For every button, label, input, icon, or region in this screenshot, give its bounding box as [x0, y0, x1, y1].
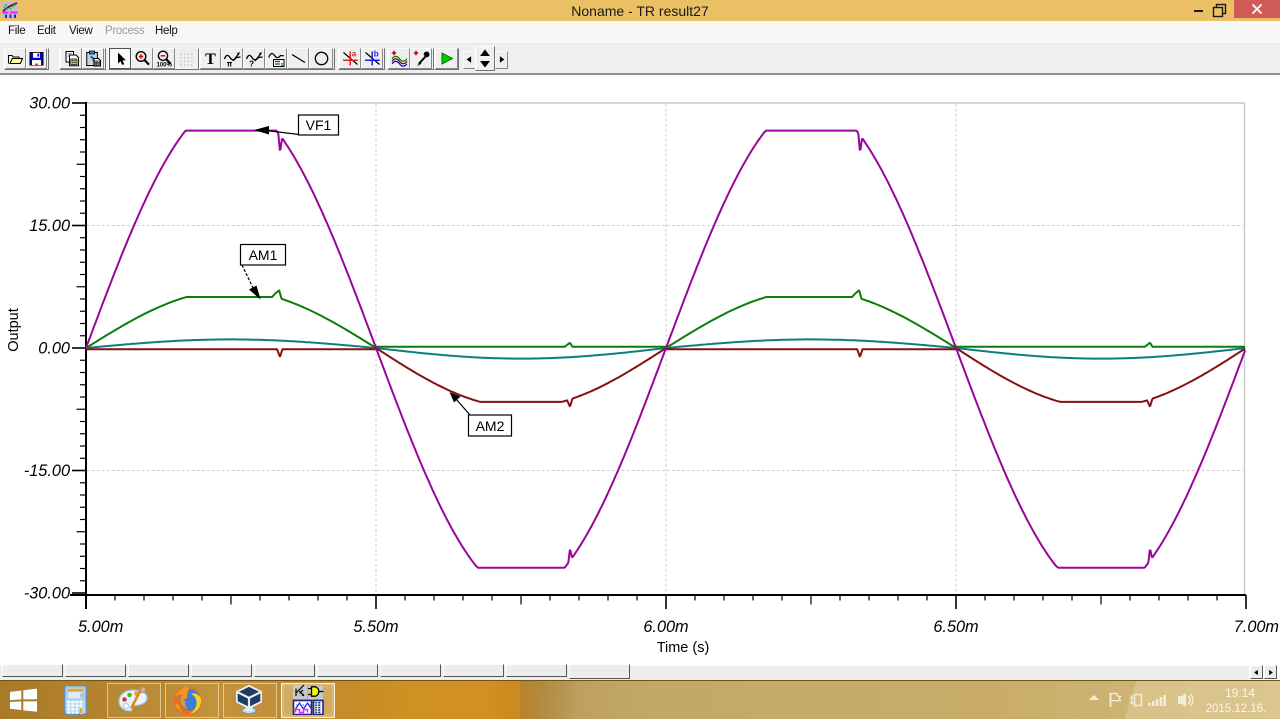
svg-text:5.00m: 5.00m [78, 618, 123, 636]
svg-text:Output: Output [6, 308, 22, 352]
svg-text:0.00: 0.00 [38, 340, 70, 358]
svg-text:Time (s): Time (s) [657, 640, 710, 656]
svg-text:6.00m: 6.00m [643, 618, 688, 636]
svg-text:8: 8 [80, 693, 84, 700]
svg-text:7.00m: 7.00m [1234, 618, 1279, 636]
svg-text:VF1: VF1 [306, 117, 332, 133]
svg-text:-15.00: -15.00 [24, 462, 70, 480]
svg-text:6.50m: 6.50m [933, 618, 978, 636]
svg-text:AM1: AM1 [249, 247, 278, 263]
svg-text:-30.00: -30.00 [24, 585, 70, 603]
svg-text:AM2: AM2 [476, 418, 505, 434]
svg-text:5.50m: 5.50m [353, 618, 398, 636]
svg-text:15.00: 15.00 [29, 217, 70, 235]
svg-text:30.00: 30.00 [29, 95, 70, 113]
